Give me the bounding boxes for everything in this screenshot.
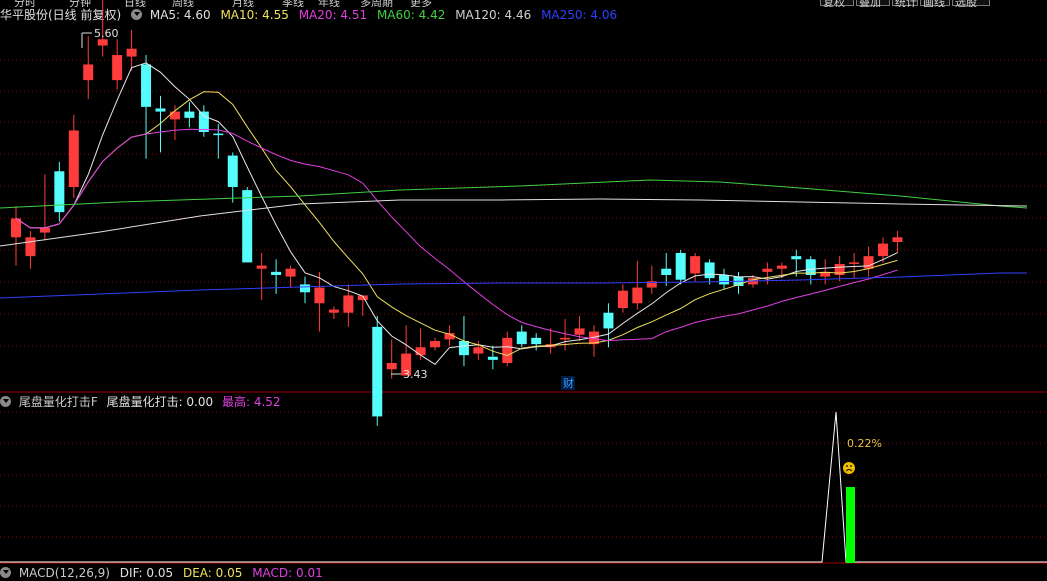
indicator-header: 尾盘量化打击F 尾盘量化打击: 0.00 最高: 4.52 (0, 394, 286, 410)
candle-down (155, 108, 166, 112)
candle-down (184, 111, 195, 118)
candle-up (25, 237, 36, 257)
candle-up (415, 347, 426, 356)
ma250-line (0, 272, 1027, 299)
candle-up (878, 243, 888, 257)
candle-up (39, 227, 50, 233)
indicator-name[interactable]: 尾盘量化打击F (19, 395, 98, 409)
candle-down (603, 312, 614, 329)
candle-up (762, 268, 773, 272)
candle-down (141, 64, 152, 107)
candle-up (632, 287, 643, 304)
candle-down (531, 337, 542, 345)
signal-percent: 0.22% (847, 437, 882, 450)
indicator-line (0, 411, 1047, 563)
low-price-label: 3.43 (403, 368, 428, 381)
candle-up (112, 55, 123, 81)
candle-up (502, 337, 513, 363)
macd-title: MACD(12,26,9) (18, 566, 110, 580)
ma120-line (0, 198, 1028, 247)
candle-down (198, 111, 209, 132)
high-price-label: 5.60 (94, 27, 119, 40)
candle-down (213, 133, 224, 136)
candle-down (719, 275, 730, 285)
candle-up (328, 309, 339, 313)
candle-up (169, 111, 180, 120)
candle-down (487, 356, 498, 360)
candle-up (256, 265, 267, 269)
macd-dif: DIF: 0.05 (119, 566, 174, 580)
ma5-line (15, 62, 898, 365)
candle-down (300, 284, 310, 293)
ma20-line (15, 128, 898, 342)
sad-face-eye (850, 465, 852, 467)
candle-up (776, 265, 787, 269)
candle-up (68, 130, 79, 187)
macd-value: MACD: 0.01 (252, 566, 323, 580)
sad-face-eye (846, 465, 848, 467)
candle-down (372, 326, 383, 417)
candle-up (343, 295, 354, 313)
candle-up (430, 341, 441, 348)
candle-up (690, 256, 701, 274)
macd-dea: DEA: 0.05 (182, 566, 243, 580)
candle-down (661, 268, 672, 275)
candle-down (54, 171, 65, 213)
candle-up (83, 64, 94, 81)
candle-down (242, 190, 253, 263)
sad-face-icon (843, 462, 855, 474)
kline-chart[interactable]: 5.60 3.43 财 0.22% (0, 0, 1047, 573)
macd-header: MACD(12,26,9) DIF: 0.05 DEA: 0.05 MACD: … (0, 565, 329, 581)
candle-up (473, 347, 484, 354)
candle-down (516, 331, 527, 345)
indicator-value: 尾盘量化打击: 0.00 (106, 395, 214, 409)
candle-up (126, 48, 137, 57)
ma10-line (15, 91, 898, 357)
candle-down (704, 262, 715, 279)
candle-up (560, 337, 571, 340)
finance-badge[interactable]: 财 (563, 376, 574, 390)
candle-down (227, 155, 238, 187)
indicator-max: 最高: 4.52 (221, 395, 281, 409)
candle-up (314, 287, 325, 304)
indicator-settings-icon[interactable] (0, 396, 11, 407)
candle-up (97, 39, 108, 46)
candle-up (617, 290, 628, 308)
candle-up (285, 268, 296, 277)
candle-down (675, 253, 686, 280)
candle-up (386, 363, 397, 370)
candle-up (892, 237, 903, 242)
signal-bar (846, 487, 855, 563)
candle-up (574, 328, 585, 335)
candle-down (458, 341, 469, 356)
candle-up (863, 256, 874, 269)
candle-down (271, 271, 282, 275)
candle-up (849, 262, 860, 264)
candle-down (791, 256, 802, 260)
